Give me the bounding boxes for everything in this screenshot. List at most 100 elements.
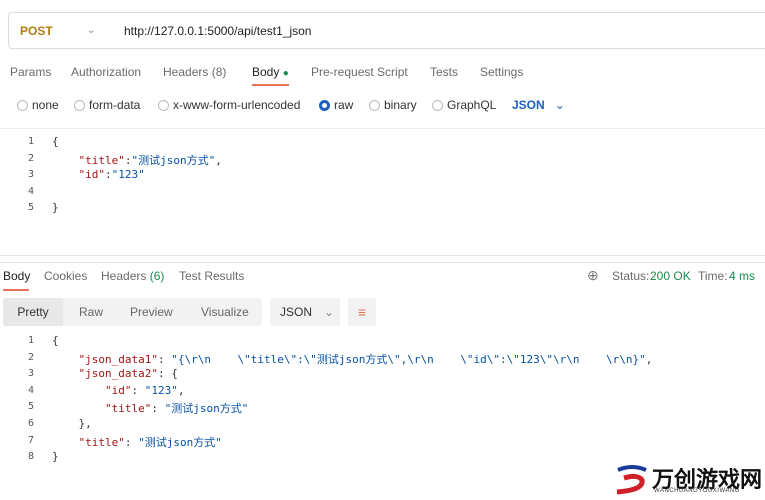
json-key: "title" — [78, 435, 125, 449]
divider — [0, 262, 765, 263]
line-number: 2 — [27, 351, 34, 363]
code-line: { — [52, 334, 59, 347]
json-string: "测试json方式" — [164, 402, 249, 416]
tab-authorization[interactable]: Authorization — [71, 65, 141, 79]
json-key: "json_data2" — [78, 367, 158, 381]
radio-label: raw — [334, 98, 354, 112]
json-punct: }, — [52, 417, 92, 430]
line-number: 5 — [27, 202, 34, 214]
headers-count: (6) — [149, 269, 165, 283]
json-punct — [52, 154, 79, 167]
json-string: "测试json方式" — [131, 153, 216, 167]
globe-icon[interactable]: ⊕ — [587, 267, 599, 284]
tab-params[interactable]: Params — [10, 65, 51, 79]
json-key: "json_data1" — [78, 352, 158, 366]
radio-raw[interactable]: raw — [319, 98, 353, 112]
tab-test-results[interactable]: Test Results — [179, 269, 244, 283]
line-number: 1 — [27, 335, 34, 346]
radio-label: x-www-form-urlencoded — [173, 98, 301, 112]
json-punct: : — [151, 402, 165, 416]
status-value: 200 OK — [650, 269, 691, 283]
line-number: 5 — [27, 401, 34, 413]
json-punct — [52, 367, 79, 380]
json-punct — [52, 436, 79, 449]
line-number: 3 — [27, 169, 34, 181]
tab-response-headers[interactable]: Headers (6) — [101, 269, 164, 283]
url-input[interactable]: http://127.0.0.1:5000/api/test1_json — [124, 24, 311, 38]
tab-body[interactable]: Body ● — [252, 65, 289, 79]
code-line: "title": "测试json方式" — [52, 400, 248, 416]
radio-urlencoded[interactable]: x-www-form-urlencoded — [158, 98, 300, 112]
json-punct — [52, 168, 79, 181]
url-bar: POST ⌄ http://127.0.0.1:5000/api/test1_j… — [8, 12, 765, 49]
chevron-down-icon: ⌄ — [324, 305, 335, 319]
tab-cookies[interactable]: Cookies — [44, 269, 87, 283]
json-key: "id" — [104, 383, 132, 397]
method-select[interactable]: POST — [20, 24, 53, 38]
watermark-subtitle: WANCHUANGYOUXIWANG — [654, 488, 740, 494]
json-string: "123" — [144, 383, 178, 397]
tab-settings[interactable]: Settings — [480, 65, 523, 79]
code-line: "json_data2": { — [52, 367, 178, 380]
json-punct: : { — [157, 367, 178, 381]
view-mode-group: Pretty Raw Preview Visualize — [3, 298, 262, 326]
json-punct: , — [177, 383, 185, 397]
json-key: "title" — [104, 402, 152, 416]
chevron-down-icon[interactable]: ⌄ — [87, 25, 95, 36]
format-label: JSON — [280, 305, 313, 319]
tab-pre-request-script[interactable]: Pre-request Script — [311, 65, 408, 79]
line-number: 3 — [27, 368, 34, 380]
view-pretty[interactable]: Pretty — [3, 298, 63, 326]
view-preview[interactable]: Preview — [130, 305, 173, 319]
radio-label: none — [32, 98, 59, 112]
code-line: } — [52, 450, 59, 463]
radio-circle-icon — [432, 99, 443, 111]
code-line: "id": "123", — [52, 383, 185, 397]
tab-tests[interactable]: Tests — [430, 65, 458, 79]
tab-label: Headers — [163, 65, 209, 79]
line-number: 8 — [27, 451, 34, 463]
json-punct: , — [645, 352, 653, 366]
code-line: "title":"测试json方式", — [52, 152, 222, 168]
response-body-viewer[interactable]: 1 {2 "json_data1": "{\r\n \"title\":\"测试j… — [0, 332, 765, 467]
line-number: 7 — [27, 434, 34, 446]
code-line: "json_data1": "{\r\n \"title\":\"测试json方… — [52, 351, 653, 367]
code-line: } — [52, 201, 59, 214]
line-number: 2 — [27, 152, 34, 164]
radio-graphql[interactable]: GraphQL — [432, 98, 496, 112]
json-punct — [52, 353, 79, 366]
tab-label: Headers — [101, 269, 147, 283]
request-body-editor[interactable]: 1 {2 "title":"测试json方式", 3 "id":"123" 4 5} — [0, 128, 765, 256]
radio-circle-icon — [369, 99, 380, 111]
code-line: { — [52, 135, 59, 148]
radio-label: form-data — [89, 98, 141, 112]
time-value: 4 ms — [729, 269, 756, 283]
code-line: "id":"123" — [52, 168, 145, 181]
json-string: "测试json方式" — [138, 435, 222, 449]
logo-swoosh-icon — [616, 465, 647, 495]
radio-circle-icon — [74, 99, 85, 111]
json-punct: : — [131, 383, 145, 397]
body-format-select[interactable]: JSON ⌄ — [512, 98, 565, 112]
json-key: "title" — [78, 153, 125, 167]
line-number: 1 — [27, 136, 34, 147]
tab-response-body[interactable]: Body — [3, 269, 30, 283]
line-number: 4 — [27, 185, 34, 197]
view-visualize[interactable]: Visualize — [201, 305, 249, 319]
json-punct: { — [52, 135, 59, 148]
radio-binary[interactable]: binary — [369, 98, 417, 112]
wrap-lines-icon[interactable]: ≡ — [348, 298, 376, 326]
radio-form-data[interactable]: form-data — [74, 98, 140, 112]
radio-label: binary — [384, 98, 417, 112]
watermark-logo: 万创游戏网 WANCHUANGYOUXIWANG — [614, 462, 764, 498]
radio-none[interactable]: none — [17, 98, 59, 112]
json-punct: { — [52, 334, 59, 347]
view-raw[interactable]: Raw — [79, 305, 103, 319]
chevron-down-icon: ⌄ — [554, 98, 565, 112]
json-punct — [52, 402, 105, 415]
line-number: 6 — [27, 418, 34, 429]
tab-headers[interactable]: Headers (8) — [163, 65, 226, 79]
response-format-select[interactable]: JSON ⌄ — [270, 298, 340, 326]
json-string: "123" — [111, 168, 145, 182]
radio-selected-icon — [319, 99, 330, 111]
